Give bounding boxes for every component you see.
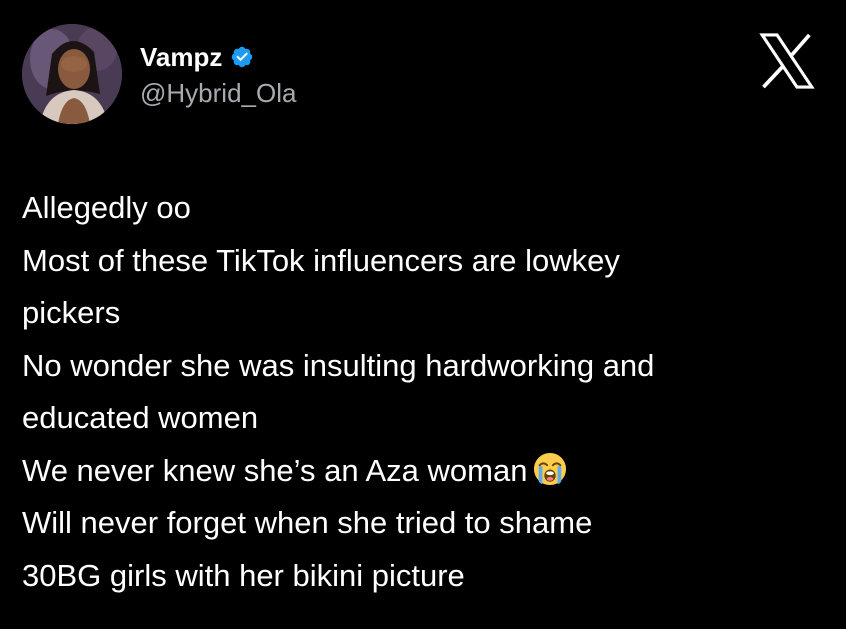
- avatar[interactable]: [22, 24, 122, 124]
- tweet-line: No wonder she was insulting hardworking …: [22, 347, 655, 383]
- tweet-text: Allegedly oo Most of these TikTok influe…: [22, 182, 822, 602]
- loudly-crying-face-icon: [534, 452, 567, 485]
- tweet-line: Will never forget when she tried to sham…: [22, 505, 593, 540]
- author-info: Vampz @Hybrid_Ola: [140, 42, 296, 110]
- verified-badge-icon: [232, 46, 253, 68]
- profile-photo: [22, 24, 122, 124]
- user-handle[interactable]: @Hybrid_Ola: [140, 76, 296, 110]
- x-logo-icon[interactable]: [756, 30, 818, 92]
- tweet-line: educated women: [22, 400, 259, 435]
- tweet-line: 30BG girls with her bikini picture: [22, 557, 465, 593]
- tweet-line: pickers: [22, 295, 121, 330]
- tweet-line: Most of these TikTok influencers are low…: [22, 242, 620, 278]
- tweet-line-text: We never knew she’s an Aza woman: [22, 452, 528, 488]
- name-row: Vampz: [140, 42, 296, 72]
- tweet-header: Vampz @Hybrid_Ola: [22, 24, 822, 128]
- tweet-line: Allegedly oo: [22, 190, 191, 225]
- tweet-line-with-emoji: We never knew she’s an Aza woman: [22, 445, 822, 498]
- display-name[interactable]: Vampz: [140, 42, 222, 72]
